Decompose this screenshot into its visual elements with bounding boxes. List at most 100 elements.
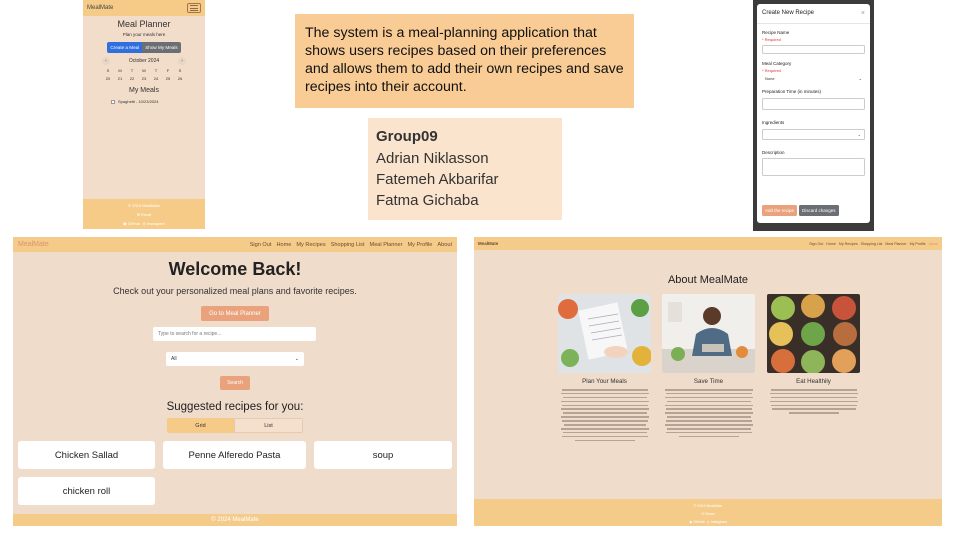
- feature-column: Eat Healthily: [767, 294, 860, 416]
- calendar-header: ‹ October 2024 ›: [102, 57, 186, 65]
- meal-category-select[interactable]: None ⌄: [762, 74, 865, 83]
- instagram-link[interactable]: Instagram: [711, 520, 727, 524]
- meal-plan-photo: [558, 294, 651, 373]
- recipe-card[interactable]: soup: [314, 441, 452, 469]
- calendar-day[interactable]: 26: [174, 76, 186, 81]
- create-meal-button[interactable]: Create a Meal: [107, 42, 143, 53]
- about-navbar: MealMate Sign Out Home My Recipes Shoppi…: [474, 237, 942, 250]
- recipe-filter-select[interactable]: All ⌄: [166, 352, 304, 366]
- about-title: About MealMate: [667, 274, 749, 286]
- email-link[interactable]: Email: [706, 512, 715, 516]
- calendar-day[interactable]: 23: [138, 76, 150, 81]
- chevron-down-icon: ⌄: [294, 356, 299, 362]
- feature-title: Eat Healthily: [796, 378, 831, 385]
- about-footer-social: ◉ GitHub ◎ Instagram: [474, 520, 942, 524]
- feature-text: [767, 389, 860, 414]
- about-page-screenshot: MealMate Sign Out Home My Recipes Shoppi…: [474, 237, 942, 526]
- chevron-down-icon: ⌄: [857, 132, 861, 137]
- required-hint: * Required: [762, 37, 781, 42]
- my-meals-title: My Meals: [129, 87, 159, 94]
- weekday-label: F: [166, 68, 170, 73]
- group-box: Group09 Adrian Niklasson Fatemeh Akbarif…: [368, 118, 562, 220]
- description-textarea[interactable]: [762, 158, 865, 176]
- search-button[interactable]: Search: [220, 376, 250, 390]
- recipe-card[interactable]: chicken roll: [18, 477, 155, 505]
- recipe-name-input[interactable]: [762, 45, 865, 54]
- ingredients-select[interactable]: ⌄: [762, 129, 865, 140]
- modal-actions: Add the recipe Discard changes: [762, 205, 839, 216]
- weekday-label: T: [130, 68, 134, 73]
- planner-button-group: Create a Meal Show My Meals: [83, 42, 205, 53]
- meal-list-item[interactable]: Spaghetti - 10/23/2024: [111, 99, 205, 104]
- nav-sign-out[interactable]: Sign Out: [250, 242, 272, 248]
- mobile-footer-copyright: © 2024 MealMate: [128, 203, 160, 208]
- mobile-footer-email[interactable]: ✉ Email: [83, 212, 205, 217]
- meal-item-label: Spaghetti - 10/23/2024: [118, 99, 159, 104]
- nav-shopping-list[interactable]: Shopping List: [861, 242, 883, 246]
- modal-header: Create New Recipe ×: [762, 10, 865, 17]
- mobile-brand[interactable]: MealMate: [87, 5, 113, 11]
- about-footer: © 2024 MealMate ✉ Email ◉ GitHub ◎ Insta…: [474, 499, 942, 526]
- description-label: Description: [762, 150, 785, 155]
- calendar-day[interactable]: 22: [126, 76, 138, 81]
- nav-about[interactable]: About: [929, 242, 938, 246]
- welcome-heading: Welcome Back!: [168, 259, 302, 279]
- create-recipe-modal-screenshot: Create New Recipe × Recipe Name * Requir…: [753, 0, 874, 231]
- go-to-meal-planner-button[interactable]: Go to Meal Planner: [201, 306, 269, 321]
- github-link[interactable]: GitHub: [128, 221, 140, 226]
- feature-text: [662, 389, 755, 438]
- nav-my-recipes[interactable]: My Recipes: [839, 242, 858, 246]
- calendar: ‹ October 2024 › S M T W T F S 20 21 22 …: [102, 57, 186, 81]
- add-recipe-button[interactable]: Add the recipe: [762, 205, 798, 216]
- calendar-day[interactable]: 21: [114, 76, 126, 81]
- nav-home[interactable]: Home: [276, 242, 291, 248]
- email-link[interactable]: Email: [141, 212, 151, 217]
- weekday-label: W: [142, 68, 146, 73]
- nav-meal-planner[interactable]: Meal Planner: [370, 242, 403, 248]
- nav-my-profile[interactable]: My Profile: [408, 242, 433, 248]
- mobile-navbar: MealMate: [83, 0, 205, 16]
- nav-my-profile[interactable]: My Profile: [910, 242, 926, 246]
- close-icon[interactable]: ×: [861, 10, 865, 17]
- github-icon: ◉: [123, 221, 127, 226]
- calendar-month: October 2024: [128, 58, 160, 64]
- required-hint: * Required: [762, 68, 781, 73]
- system-description: The system is a meal-planning applicatio…: [295, 14, 634, 108]
- nav-sign-out[interactable]: Sign Out: [809, 242, 823, 246]
- recipe-search-input[interactable]: Type to search for a recipe...: [153, 327, 316, 341]
- about-footer-email[interactable]: ✉ Email: [474, 512, 942, 516]
- chevron-down-icon: ⌄: [858, 76, 862, 81]
- nav-home[interactable]: Home: [826, 242, 836, 246]
- prep-time-input[interactable]: [762, 98, 865, 110]
- meal-checkbox[interactable]: [111, 99, 115, 104]
- mobile-meal-planner-screenshot: MealMate Meal Planner Plan your meals he…: [83, 0, 205, 229]
- create-recipe-modal: Create New Recipe × Recipe Name * Requir…: [757, 4, 870, 223]
- recipe-card[interactable]: Penne Alferedo Pasta: [163, 441, 306, 469]
- calendar-prev-icon[interactable]: ‹: [102, 57, 110, 65]
- discard-changes-button[interactable]: Discard changes: [799, 205, 839, 216]
- nav-shopping-list[interactable]: Shopping List: [331, 242, 365, 248]
- nav-meal-planner[interactable]: Meal Planner: [885, 242, 906, 246]
- recipe-card[interactable]: Chicken Sallad: [18, 441, 155, 469]
- home-nav-links: Sign Out Home My Recipes Shopping List M…: [250, 242, 452, 248]
- tab-grid[interactable]: Grid: [167, 418, 234, 433]
- meal-category-label: Meal Category: [762, 61, 792, 66]
- hamburger-menu-icon[interactable]: [187, 3, 201, 13]
- instagram-link[interactable]: Instagram: [147, 221, 165, 226]
- feature-title: Save Time: [693, 378, 724, 385]
- nav-about[interactable]: About: [437, 242, 452, 248]
- home-brand[interactable]: MealMate: [18, 241, 49, 248]
- group-member: Adrian Niklasson: [376, 150, 489, 167]
- nav-my-recipes[interactable]: My Recipes: [296, 242, 325, 248]
- calendar-next-icon[interactable]: ›: [178, 57, 186, 65]
- tab-list[interactable]: List: [234, 418, 303, 433]
- github-link[interactable]: GitHub: [693, 520, 704, 524]
- ingredients-label: Ingredients: [762, 120, 785, 125]
- weekday-label: T: [154, 68, 158, 73]
- about-brand[interactable]: MealMate: [478, 241, 498, 246]
- calendar-grid: S M T W T F S 20 21 22 23 24 25 26: [102, 68, 186, 81]
- show-my-meals-button[interactable]: Show My Meals: [142, 42, 181, 53]
- calendar-day[interactable]: 24: [150, 76, 162, 81]
- calendar-day[interactable]: 25: [162, 76, 174, 81]
- calendar-day[interactable]: 20: [102, 76, 114, 81]
